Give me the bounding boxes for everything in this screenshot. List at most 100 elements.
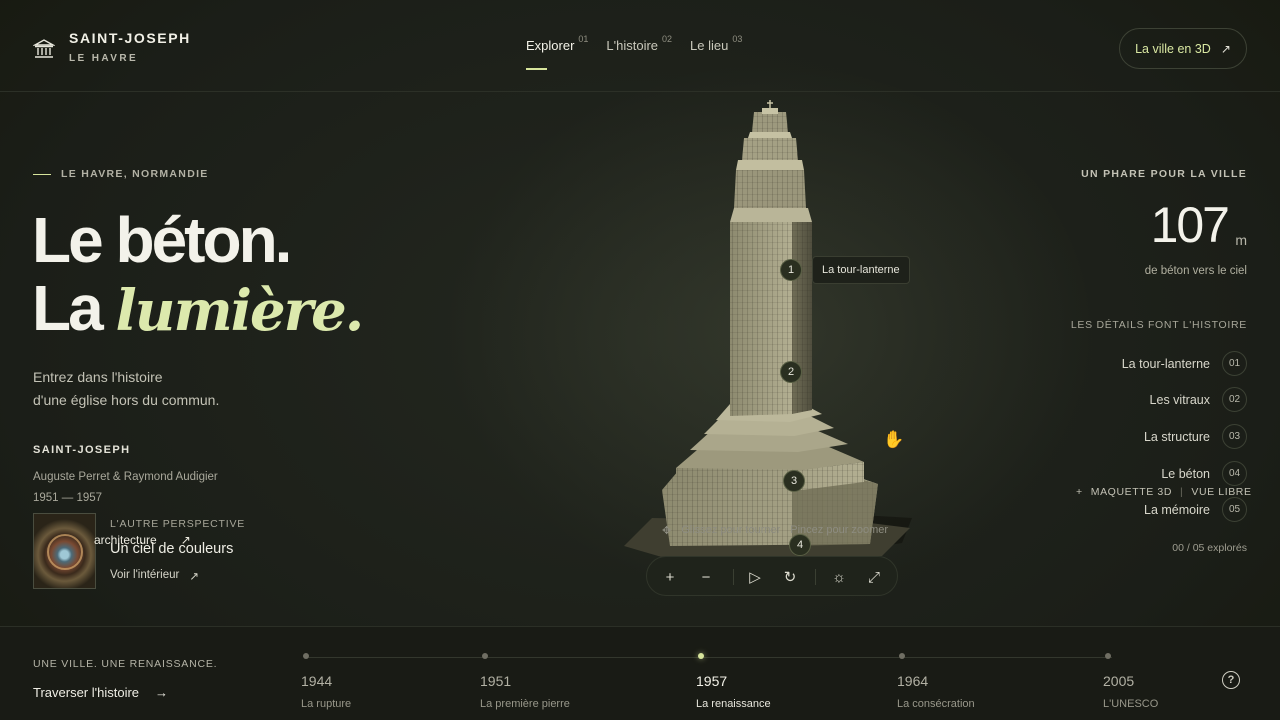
hero-headline: Le béton. La lumière.	[32, 204, 364, 345]
hotspot-2[interactable]: 2	[780, 361, 802, 383]
main-nav: Explorer 01 L'histoire 02 Le lieu 03	[526, 34, 760, 70]
timeline-item-1957[interactable]: 1957 La renaissance	[696, 653, 771, 710]
detail-item-structure[interactable]: La structure 03	[1144, 424, 1247, 449]
perspective-kicker: L'AUTRE PERSPECTIVE	[110, 518, 246, 530]
brand-subtitle: LE HAVRE	[69, 53, 139, 64]
nav-explorer[interactable]: Explorer 01	[526, 34, 588, 70]
detail-number: 04	[1222, 461, 1247, 486]
nav-number: 01	[578, 34, 589, 44]
timeline-label: La renaissance	[696, 698, 771, 710]
hotspot-number: 3	[790, 475, 798, 487]
timeline-item-1964[interactable]: 1964 La consécration	[897, 653, 975, 710]
explored-counter: 00 / 05 explorés	[1172, 542, 1247, 554]
timeline-footer: UNE VILLE. UNE RENAISSANCE. Traverser l'…	[0, 626, 1280, 720]
kicker-line	[33, 173, 51, 175]
gesture-hint: ✥ Glissez pour tourner Pincez pour zoome…	[662, 524, 888, 537]
headline-line-2-emphasis: lumière.	[115, 278, 364, 344]
hotspot-1[interactable]: 1	[780, 259, 802, 281]
hand-cursor-icon: ✋	[883, 430, 905, 449]
nav-label: L'histoire	[606, 38, 659, 53]
timeline-dot	[1105, 653, 1111, 659]
toolbar-divider	[733, 569, 734, 585]
hotspot-4[interactable]: 4	[789, 534, 811, 556]
light-toggle-button[interactable]: ☼	[826, 557, 852, 597]
view-interior-label: Voir l'intérieur	[110, 569, 180, 581]
zoom-out-button[interactable]: −	[693, 557, 719, 597]
nav-number: 03	[732, 34, 743, 44]
detail-label: La tour-lanterne	[1121, 356, 1210, 371]
fullscreen-button[interactable]: ⤢	[861, 557, 887, 597]
detail-item-vitraux[interactable]: Les vitraux 02	[1150, 387, 1247, 412]
interior-thumbnail[interactable]	[33, 513, 96, 589]
hotspot-number: 4	[796, 539, 804, 551]
tower-3d-model[interactable]	[612, 98, 932, 568]
nav-number: 02	[662, 34, 673, 44]
timeline-item-1951[interactable]: 1951 La première pierre	[480, 653, 570, 710]
top-header: SAINT-JOSEPH LE HAVRE Explorer 01 L'hist…	[0, 0, 1280, 92]
arrow-up-right-icon: ↗	[189, 571, 199, 583]
height-unit: m	[1235, 232, 1247, 248]
traverse-history-label: Traverser l'histoire	[33, 685, 140, 700]
detail-item-memoire[interactable]: La mémoire 05	[1144, 497, 1247, 522]
hint-zoom: Pincez pour zoomer	[790, 524, 889, 536]
traverse-history-link[interactable]: Traverser l'histoire →	[33, 685, 168, 700]
toolbar-divider	[815, 569, 816, 585]
reset-view-button[interactable]: ↻	[777, 557, 803, 597]
hotspot-number: 2	[787, 366, 795, 378]
detail-label: Les vitraux	[1149, 392, 1210, 407]
timeline-dot	[482, 653, 488, 659]
nav-histoire[interactable]: L'histoire 02	[606, 34, 672, 53]
timeline-label: La rupture	[301, 698, 352, 710]
city-3d-button[interactable]: La ville en 3D ↗	[1119, 28, 1247, 69]
height-caption: de béton vers le ciel	[1144, 265, 1247, 277]
city-3d-label: La ville en 3D	[1135, 41, 1211, 56]
perspective-title: Un ciel de couleurs	[110, 541, 234, 557]
brand-logo[interactable]: SAINT-JOSEPH LE HAVRE	[33, 30, 191, 64]
nav-lieu[interactable]: Le lieu 03	[690, 34, 742, 53]
kicker-text: LE HAVRE, NORMANDIE	[61, 168, 209, 180]
zoom-in-button[interactable]: +	[657, 557, 683, 597]
detail-number: 03	[1222, 424, 1247, 449]
timeline-year: 1964	[897, 673, 929, 689]
timeline-item-1944[interactable]: 1944 La rupture	[301, 653, 352, 710]
architects: Auguste Perret & Raymond Audigier	[33, 471, 218, 483]
arrow-right-icon: →	[155, 685, 169, 700]
nav-active-indicator	[526, 68, 547, 70]
timeline-year: 1957	[696, 673, 728, 689]
timeline-label: La consécration	[897, 698, 975, 710]
detail-item-beton[interactable]: Le béton 04	[1161, 461, 1247, 486]
brand-title: SAINT-JOSEPH	[69, 30, 191, 46]
headline-line-2-prefix: La	[32, 272, 116, 344]
detail-number: 02	[1222, 387, 1247, 412]
thumbnail-ring	[47, 534, 83, 570]
hotspot-number: 1	[787, 264, 795, 276]
location-kicker: LE HAVRE, NORMANDIE	[33, 168, 209, 180]
timeline-dot	[899, 653, 905, 659]
headline-line-1: Le béton.	[32, 204, 292, 276]
stats-kicker: UN PHARE POUR LA VILLE	[1081, 168, 1247, 180]
details-title: LES DÉTAILS FONT L'HISTOIRE	[1070, 319, 1247, 331]
nav-label: Le lieu	[690, 38, 729, 53]
timeline-label: La première pierre	[480, 698, 570, 710]
construction-years: 1951 — 1957	[33, 492, 103, 504]
plus-icon: +	[1076, 486, 1083, 498]
nav-label: Explorer	[526, 38, 575, 53]
hotspot-3[interactable]: 3	[783, 470, 805, 492]
timeline-label: L'UNESCO	[1103, 698, 1159, 710]
intro-line-1: Entrez dans l'histoire	[33, 369, 163, 385]
height-value: 107	[1150, 197, 1230, 253]
detail-label: Le béton	[1161, 466, 1210, 481]
church-name: SAINT-JOSEPH	[33, 444, 131, 456]
timeline-year: 1944	[301, 673, 333, 689]
detail-number: 05	[1222, 497, 1247, 522]
footer-kicker: UNE VILLE. UNE RENAISSANCE.	[33, 658, 218, 670]
play-button[interactable]: ▷	[742, 557, 768, 597]
timeline-dot-active	[698, 653, 704, 659]
timeline-year: 2005	[1103, 673, 1135, 689]
view-interior-link[interactable]: Voir l'intérieur ↗	[110, 569, 199, 583]
timeline-dot	[303, 653, 309, 659]
arrow-up-right-icon: ↗	[1220, 41, 1231, 56]
detail-item-tour-lanterne[interactable]: La tour-lanterne 01	[1122, 351, 1247, 376]
timeline-item-2005[interactable]: 2005 L'UNESCO	[1103, 653, 1159, 710]
help-icon[interactable]: ?	[1222, 671, 1240, 689]
